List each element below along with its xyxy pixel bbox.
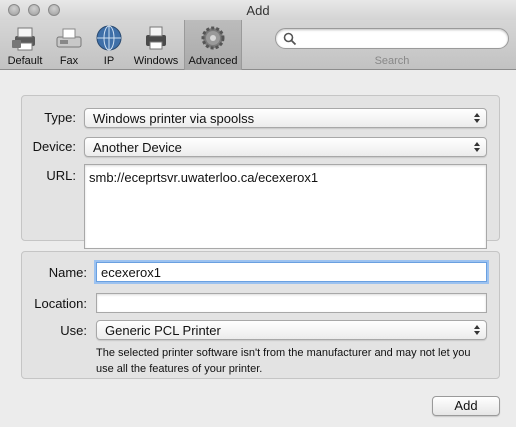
fax-icon	[56, 28, 82, 48]
url-value: smb://eceprtsvr.uwaterloo.ca/ecexerox1	[89, 170, 319, 185]
toolbar-ip-button[interactable]: IP	[90, 20, 128, 70]
popup-arrows-icon	[474, 142, 480, 152]
title-bar: Add	[0, 0, 516, 20]
toolbar-item-label: Fax	[59, 55, 79, 67]
type-label: Type:	[44, 110, 76, 125]
popup-arrows-icon	[474, 325, 480, 335]
device-value: Another Device	[93, 140, 182, 155]
toolbar: Default Fax IP Windows Advanced Search	[0, 20, 516, 70]
driver-warning-note: The selected printer software isn't from…	[96, 347, 471, 375]
location-field[interactable]	[96, 293, 487, 313]
search-icon	[283, 32, 297, 46]
url-label: URL:	[46, 168, 76, 183]
type-popup[interactable]: Windows printer via spoolss	[84, 108, 487, 128]
gear-icon	[201, 26, 225, 50]
use-value: Generic PCL Printer	[105, 323, 221, 338]
toolbar-item-label: IP	[103, 55, 115, 67]
name-field[interactable]: ecexerox1	[96, 262, 487, 282]
use-popup[interactable]: Generic PCL Printer	[96, 320, 487, 340]
toolbar-advanced-button[interactable]: Advanced	[184, 20, 242, 70]
type-value: Windows printer via spoolss	[93, 111, 255, 126]
default-printers-icon	[12, 27, 35, 51]
device-label: Device:	[32, 139, 76, 154]
toolbar-item-label: Advanced	[188, 55, 238, 67]
toolbar-item-label: Windows	[133, 55, 179, 67]
globe-icon	[96, 25, 122, 51]
toolbar-item-label: Default	[7, 55, 43, 67]
popup-arrows-icon	[474, 113, 480, 123]
use-label: Use:	[60, 323, 87, 338]
search-caption: Search	[374, 55, 410, 67]
toolbar-fax-button[interactable]: Fax	[50, 20, 88, 70]
windows-printer-icon	[146, 26, 166, 50]
search-field[interactable]	[275, 28, 509, 49]
toolbar-windows-button[interactable]: Windows	[130, 20, 182, 70]
name-value: ecexerox1	[101, 265, 161, 280]
toolbar-default-button[interactable]: Default	[2, 20, 48, 70]
window-title: Add	[246, 3, 270, 18]
location-label: Location:	[34, 296, 87, 311]
name-label: Name:	[48, 265, 87, 280]
device-popup[interactable]: Another Device	[84, 137, 487, 157]
add-button[interactable]: Add	[432, 396, 500, 416]
url-field[interactable]: smb://eceprtsvr.uwaterloo.ca/ecexerox1	[84, 164, 487, 249]
